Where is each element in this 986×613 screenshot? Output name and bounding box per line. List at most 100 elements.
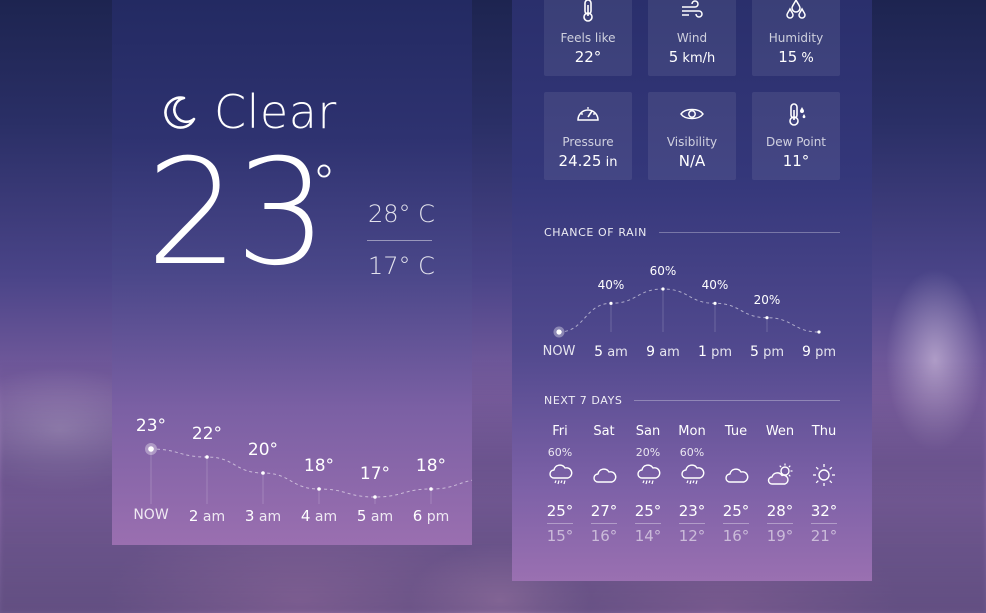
high-low-divider: [367, 240, 432, 241]
hourly-time-label: 5 am: [357, 507, 393, 525]
day-high-temp: 27°: [590, 502, 618, 520]
section-divider: [634, 400, 840, 401]
day-rain-chance: 60%: [679, 446, 705, 459]
detail-value: N/A: [679, 152, 706, 170]
day-name: Mon: [678, 424, 706, 439]
rain-cloud-icon: [681, 464, 705, 485]
day-temp-divider: [591, 523, 617, 524]
day-low-temp: 15°: [546, 527, 574, 545]
hourly-time-number: NOW: [133, 507, 169, 523]
day-temp-divider: [811, 523, 837, 524]
rain-percent-label: 60%: [649, 264, 677, 278]
day-forecast-thu: Thu 32° 21°: [802, 424, 846, 545]
detail-label: Visibility: [666, 135, 718, 149]
wind-icon: [682, 0, 703, 18]
rain-time-unit: pm: [711, 345, 732, 360]
detail-value-unit: %: [797, 51, 814, 66]
hourly-temp-label: 23°: [135, 416, 167, 436]
detail-tile-dew-point: Dew Point 11°: [752, 92, 840, 180]
temperature-degree-symbol: °: [312, 155, 336, 211]
day-forecast-fri: Fri 60% 25° 15°: [538, 424, 582, 545]
day-forecast-wen: Wen 28° 19°: [758, 424, 802, 545]
hourly-time-label: 2 am: [189, 507, 225, 525]
rain-time-number: 5: [594, 344, 604, 360]
day-temp-divider: [635, 523, 661, 524]
day-low-temp: 16°: [722, 527, 750, 545]
next-7-days-title: NEXT 7 DAYS: [544, 394, 623, 407]
moon-icon: [164, 96, 196, 129]
hourly-time-label: 3 am: [245, 507, 281, 525]
detail-value-number: 15: [778, 48, 798, 66]
rain-point: [609, 301, 613, 305]
hourly-time-unit: pm: [426, 509, 450, 525]
hourly-time-unit: am: [370, 509, 394, 525]
rain-percent-label: 40%: [597, 278, 625, 293]
rain-time-label: 5 am: [594, 344, 628, 360]
rain-time-number: NOW: [542, 344, 576, 359]
detail-value-unit: in: [601, 155, 618, 170]
rain-point: [817, 330, 821, 334]
detail-label: Pressure: [562, 135, 614, 149]
detail-tile-pressure: Pressure 24.25 in: [544, 92, 632, 180]
detail-value: 24.25 in: [559, 152, 618, 170]
rain-time-number: 9: [646, 344, 656, 360]
day-rain-chance: 20%: [635, 446, 661, 459]
current-weather-card: Clear 23 ° 28° C 17° C 23° NOW 22° 2 am 20° 3…: [112, 0, 472, 545]
rain-point: [661, 287, 665, 291]
rain-time-number: 1: [698, 344, 707, 360]
rain-time-unit: am: [607, 345, 628, 360]
rain-time-number: 9: [802, 344, 811, 360]
day-temp-divider: [767, 523, 793, 524]
detail-value-unit: km/h: [678, 51, 716, 66]
detail-value: 11°: [783, 152, 810, 170]
detail-value: 22°: [575, 48, 602, 66]
detail-label: Feels like: [560, 31, 616, 45]
hourly-point: [205, 455, 209, 459]
day-high-temp: 28°: [766, 502, 794, 520]
rain-percent-label: 20%: [753, 292, 781, 307]
hourly-point: [317, 487, 321, 491]
rain-cloud-icon: [637, 464, 661, 485]
detail-tile-wind: Wind 5 km/h: [648, 0, 736, 76]
detail-value-number: 22°: [574, 48, 602, 66]
day-high-temp: 23°: [678, 502, 706, 520]
rain-time-unit: pm: [815, 345, 836, 360]
gauge-icon: [577, 107, 599, 121]
day-name: San: [635, 424, 661, 439]
day-high-temp: 25°: [634, 502, 662, 520]
hourly-point: [429, 487, 433, 491]
day-name: Fri: [552, 424, 568, 439]
low-temperature: 17° C: [368, 252, 435, 280]
day-low-temp: 14°: [634, 527, 662, 545]
hourly-point: [373, 495, 377, 499]
day-temp-divider: [723, 523, 749, 524]
hourly-time-unit: am: [314, 509, 338, 525]
high-temperature: 28° C: [368, 200, 435, 228]
hourly-time-label: NOW: [133, 507, 168, 523]
hourly-temp-label: 20°: [247, 440, 279, 460]
detail-value: 15 %: [778, 48, 814, 66]
thermometer-icon: [583, 0, 593, 22]
hourly-time-number: 2: [188, 507, 199, 525]
dew-thermometer-icon: [789, 103, 806, 126]
seven-day-forecast: Fri 60% 25° 15° Sat 27° 16° San 20% 25° 14° Mon 60% 2…: [538, 424, 850, 545]
day-name: Wen: [765, 424, 795, 439]
rain-cloud-icon: [549, 464, 573, 485]
rain-percent-label: 40%: [701, 278, 729, 293]
details-card: Feels like 22° Wind 5 km/h Humidity 15 % Press…: [512, 0, 872, 581]
rain-time-label: NOW: [543, 344, 576, 359]
chance-of-rain-chart: [553, 287, 821, 338]
day-low-temp: 21°: [810, 527, 838, 545]
rain-point: [556, 329, 562, 335]
hourly-time-unit: am: [258, 509, 282, 525]
detail-tile-humidity: Humidity 15 %: [752, 0, 840, 76]
detail-label: Wind: [676, 31, 708, 45]
sun-icon: [813, 464, 835, 486]
day-name: Sat: [593, 424, 615, 439]
hourly-time-unit: am: [202, 509, 226, 525]
hourly-point: [261, 471, 265, 475]
hourly-time-label: 6 pm: [413, 507, 450, 525]
day-rain-chance: 60%: [547, 446, 573, 459]
day-low-temp: 16°: [590, 527, 618, 545]
day-forecast-mon: Mon 60% 23° 12°: [670, 424, 714, 545]
